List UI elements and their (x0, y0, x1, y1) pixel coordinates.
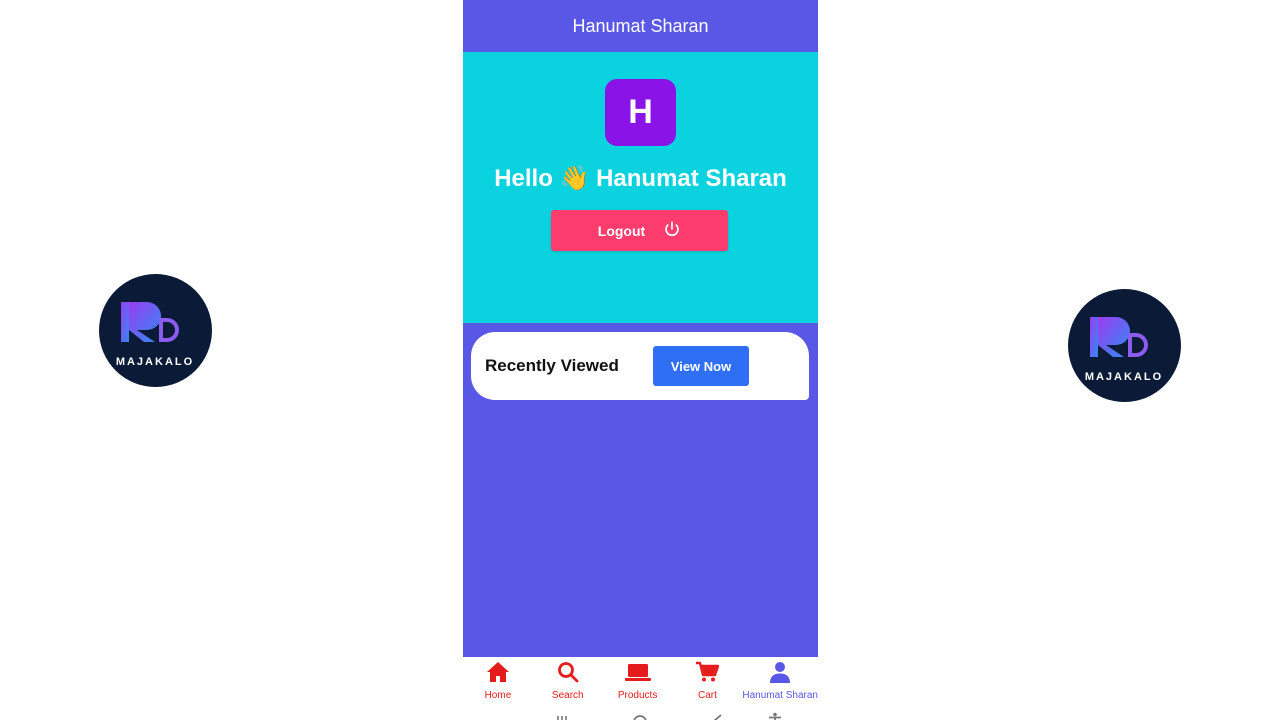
greeting-text: Hello 👋 Hanumat Sharan (494, 165, 787, 192)
search-icon (557, 661, 579, 688)
nav-item-profile[interactable]: Hanumat Sharan (742, 657, 818, 703)
recently-viewed-title: Recently Viewed (485, 356, 619, 375)
nav-label-search: Search (551, 690, 584, 701)
logout-button[interactable]: Logout (551, 210, 728, 251)
view-now-button[interactable]: View Now (653, 346, 749, 386)
app-bar: Hanumat Sharan (463, 0, 818, 52)
avatar-letter: H (628, 93, 653, 131)
watermark-brand: MAJAKALO (1085, 371, 1163, 383)
nav-item-search[interactable]: Search (533, 657, 603, 703)
bottom-navigation: Home Search Products Cart Hanumat Sharan (463, 657, 818, 703)
nav-item-home[interactable]: Home (463, 657, 533, 703)
recently-viewed-card: Recently Viewed View Now (471, 332, 809, 400)
logout-label: Logout (597, 222, 646, 239)
avatar: H (605, 79, 676, 146)
cart-icon (695, 661, 720, 688)
page-title: Hanumat Sharan (572, 15, 709, 36)
laptop-icon (624, 661, 651, 688)
home-icon (486, 661, 510, 688)
nav-label-home: Home (484, 690, 512, 701)
home-circle-icon[interactable] (632, 714, 648, 720)
accessibility-icon[interactable] (768, 712, 782, 720)
back-icon[interactable] (711, 714, 723, 720)
phone-screen: Hanumat Sharan H Hello 👋 Hanumat Sharan … (463, 0, 818, 720)
nav-label-profile: Hanumat Sharan (742, 690, 818, 701)
user-icon (769, 661, 791, 688)
recents-icon[interactable] (556, 714, 568, 720)
nav-label-cart: Cart (698, 690, 717, 701)
watermark-logo-left: MAJAKALO (99, 274, 212, 387)
profile-section: H Hello 👋 Hanumat Sharan Logout (463, 52, 818, 323)
view-now-label: View Now (670, 358, 732, 374)
watermark-brand: MAJAKALO (116, 356, 194, 368)
power-icon (663, 220, 681, 241)
system-navigation-bar (463, 703, 818, 720)
nav-label-products: Products (617, 690, 658, 701)
watermark-logo-right: MAJAKALO (1068, 289, 1181, 402)
nav-item-cart[interactable]: Cart (673, 657, 743, 703)
nav-item-products[interactable]: Products (603, 657, 673, 703)
